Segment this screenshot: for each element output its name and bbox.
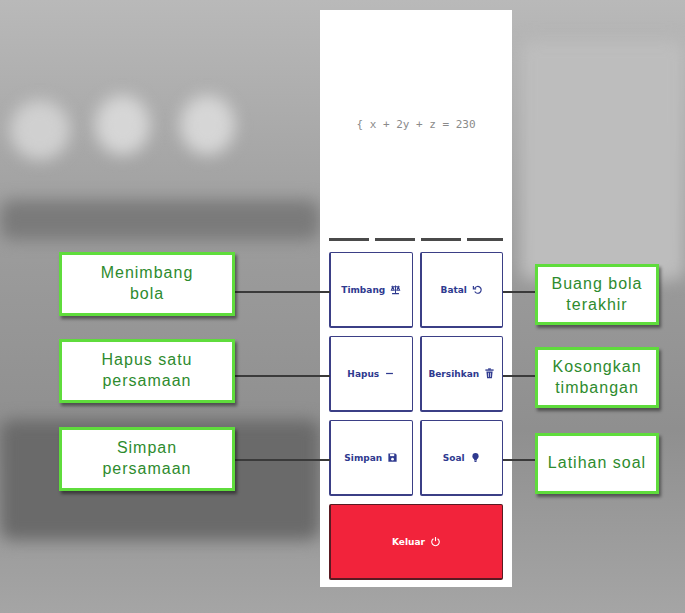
exit-button[interactable]: Keluar (329, 504, 503, 580)
power-icon (430, 536, 441, 547)
callout-label: Menimbang bola (59, 252, 235, 316)
button-grid: Timbang Batal Hapus Bersihkan Simpan Soa… (329, 252, 503, 496)
lightbulb-icon (470, 452, 481, 463)
equation: { x + 2y + z = 230 (356, 118, 475, 131)
callout-label: Kosongkan timbangan (535, 347, 659, 408)
undo-button[interactable]: Batal (420, 252, 504, 328)
separator (329, 238, 503, 241)
undo-icon (472, 284, 483, 295)
minus-button[interactable]: Hapus (329, 336, 413, 412)
callout-label: Hapus satu persamaan (59, 339, 235, 403)
callout-line (235, 375, 330, 377)
trash-button[interactable]: Bersihkan (420, 336, 504, 412)
callout-label: Buang bola terakhir (535, 264, 659, 325)
callout-line (503, 459, 536, 461)
callout-line (235, 459, 330, 461)
game-screen: { x + 2y + z = 230 Timbang Batal Hapus B… (0, 0, 685, 613)
floppy-disk-icon (387, 452, 398, 463)
save-button[interactable]: Simpan (329, 420, 413, 496)
scale-icon (390, 284, 401, 295)
callout-label: Latihan soal (535, 433, 659, 494)
control-panel: { x + 2y + z = 230 Timbang Batal Hapus B… (320, 10, 512, 587)
hint-button[interactable]: Soal (420, 420, 504, 496)
weigh-button[interactable]: Timbang (329, 252, 413, 328)
callout-label: Simpan persamaan (59, 427, 235, 491)
minus-icon (384, 368, 395, 379)
callout-line (503, 291, 536, 293)
callout-line (235, 291, 330, 293)
equation-display: { x + 2y + z = 230 (329, 10, 503, 238)
trash-icon (484, 368, 495, 379)
callout-line (503, 375, 536, 377)
